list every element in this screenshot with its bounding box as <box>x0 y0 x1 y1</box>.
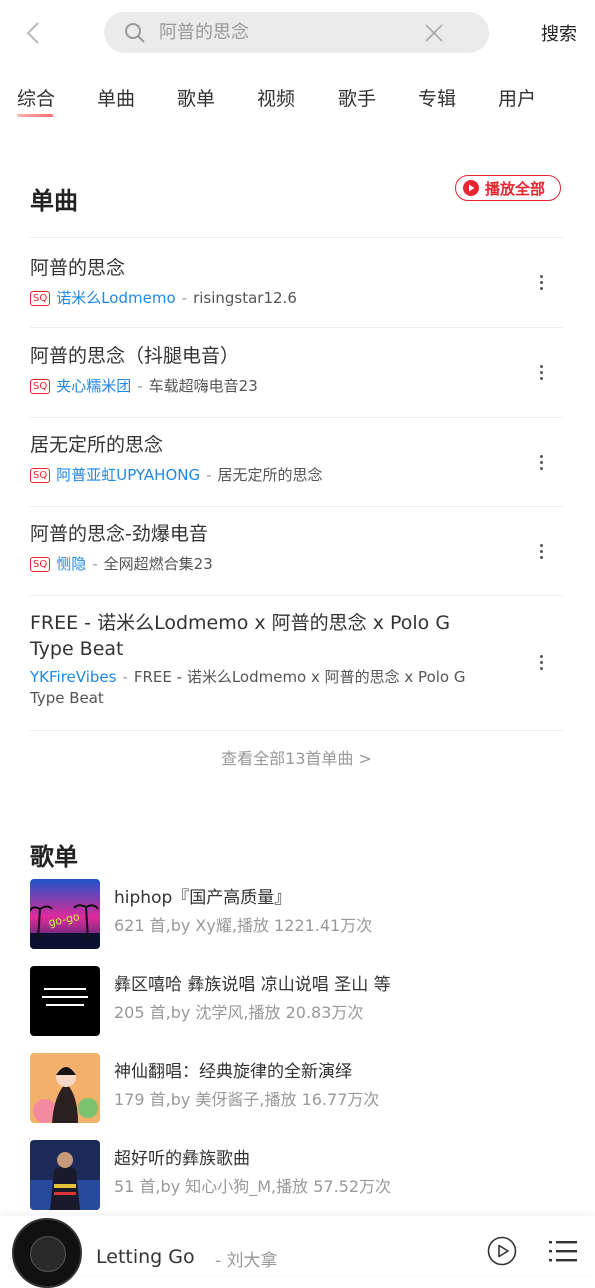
song-meta: YKFireVibes - FREE - 诺米么Lodmemo x 阿普的思念 x … <box>30 668 466 707</box>
song-meta: SQ 诺米么Lodmemo - risingstar12.6 <box>30 288 297 309</box>
more-options-icon[interactable] <box>539 655 543 673</box>
sq-badge: SQ <box>30 468 51 483</box>
search-icon <box>125 23 145 43</box>
song-meta: SQ 夹心糯米团 - 车载超嗨电音23 <box>30 376 258 397</box>
see-all-songs-link[interactable]: 查看全部13首单曲 > <box>30 730 563 769</box>
song-artist[interactable]: YKFireVibes <box>30 668 116 686</box>
song-artist[interactable]: 夹心糯米团 <box>56 377 131 395</box>
search-header: 阿普的思念 搜索 <box>0 0 595 66</box>
song-album: 居无定所的思念 <box>217 466 323 484</box>
tab-albums[interactable]: 专辑 <box>418 84 456 111</box>
song-meta: SQ 阿普亚虹UPYAHONG - 居无定所的思念 <box>30 465 323 486</box>
playlist-cover-image <box>30 1140 100 1210</box>
sq-badge: SQ <box>30 557 51 572</box>
play-all-button[interactable]: 播放全部 <box>455 175 561 201</box>
song-row[interactable]: FREE - 诺米么Lodmemo x 阿普的思念 x Polo G Type … <box>30 595 563 731</box>
playlist-name: hiphop『国产高质量』 <box>114 888 292 908</box>
songs-section-title: 单曲 <box>30 187 78 215</box>
category-tabs: 综合 单曲 歌单 视频 歌手 专辑 用户 <box>0 84 595 117</box>
playlist-name: 彝区嘻哈 彝族说唱 凉山说唱 圣山 等 <box>114 975 391 995</box>
album-disc-image[interactable] <box>12 1218 82 1288</box>
search-button[interactable]: 搜索 <box>541 20 577 46</box>
tab-all[interactable]: 综合 <box>17 84 55 117</box>
song-row[interactable]: 阿普的思念 SQ 诺米么Lodmemo - risingstar12.6 <box>30 237 563 328</box>
play-all-label: 播放全部 <box>485 180 546 198</box>
clear-icon[interactable] <box>424 23 444 43</box>
playlist-item[interactable]: 神仙翻唱：经典旋律的全新演绎 179 首,by 美伢酱子,播放 16.77万次 <box>30 1053 570 1123</box>
song-title: 阿普的思念（抖腿电音） <box>30 345 240 367</box>
song-artist[interactable]: 诺米么Lodmemo <box>56 289 175 307</box>
now-playing-artist: - 刘大拿 <box>215 1251 278 1271</box>
song-title: 阿普的思念-劲爆电音 <box>30 523 208 545</box>
playlist-queue-icon[interactable] <box>549 1239 577 1263</box>
now-playing-title: Letting Go <box>96 1246 195 1268</box>
more-options-icon[interactable] <box>539 544 543 562</box>
tab-videos[interactable]: 视频 <box>257 84 295 111</box>
song-album: risingstar12.6 <box>193 289 297 307</box>
playlist-item[interactable]: 超好听的彝族歌曲 51 首,by 知心小狗_M,播放 57.52万次 <box>30 1140 570 1210</box>
playlist-info: 179 首,by 美伢酱子,播放 16.77万次 <box>114 1090 380 1109</box>
more-options-icon[interactable] <box>539 455 543 473</box>
playlists-section-title: 歌单 <box>30 843 78 871</box>
song-meta: SQ 恻隐 - 全网超燃合集23 <box>30 554 213 575</box>
tab-artists[interactable]: 歌手 <box>338 84 376 111</box>
playlist-name: 神仙翻唱：经典旋律的全新演绎 <box>114 1062 352 1082</box>
playlist-info: 51 首,by 知心小狗_M,播放 57.52万次 <box>114 1177 392 1196</box>
more-options-icon[interactable] <box>539 275 543 293</box>
search-input[interactable]: 阿普的思念 <box>104 12 489 53</box>
song-title: 阿普的思念 <box>30 257 126 279</box>
back-arrow-icon[interactable] <box>22 20 44 46</box>
playlist-cover-image <box>30 1053 100 1123</box>
playlist-cover-image: go-go <box>30 879 100 949</box>
sq-badge: SQ <box>30 291 51 306</box>
song-row[interactable]: 居无定所的思念 SQ 阿普亚虹UPYAHONG - 居无定所的思念 <box>30 417 563 507</box>
tab-playlists[interactable]: 歌单 <box>177 84 215 111</box>
playlist-item[interactable]: go-go hiphop『国产高质量』 621 首,by Xy耀,播放 1221… <box>30 879 570 949</box>
sq-badge: SQ <box>30 379 51 394</box>
playlist-item[interactable]: 彝区嘻哈 彝族说唱 凉山说唱 圣山 等 205 首,by 沈学风,播放 20.8… <box>30 966 570 1036</box>
song-title: FREE - 诺米么Lodmemo x 阿普的思念 x Polo G Type … <box>30 612 451 660</box>
playlist-info: 621 首,by Xy耀,播放 1221.41万次 <box>114 916 373 935</box>
song-album: 车载超嗨电音23 <box>148 377 258 395</box>
tab-users[interactable]: 用户 <box>498 84 536 111</box>
playlist-name: 超好听的彝族歌曲 <box>114 1149 250 1169</box>
search-query[interactable]: 阿普的思念 <box>159 12 249 53</box>
song-title: 居无定所的思念 <box>30 434 164 456</box>
song-row[interactable]: 阿普的思念（抖腿电音） SQ 夹心糯米团 - 车载超嗨电音23 <box>30 327 563 418</box>
more-options-icon[interactable] <box>539 365 543 383</box>
song-artist[interactable]: 恻隐 <box>56 555 86 573</box>
playlist-info: 205 首,by 沈学风,播放 20.83万次 <box>114 1003 364 1022</box>
song-row[interactable]: 阿普的思念-劲爆电音 SQ 恻隐 - 全网超燃合集23 <box>30 506 563 596</box>
tab-songs[interactable]: 单曲 <box>97 84 135 111</box>
mini-player[interactable]: Letting Go - 刘大拿 <box>0 1216 595 1288</box>
play-icon[interactable] <box>487 1236 517 1266</box>
playlist-cover-image <box>30 966 100 1036</box>
song-artist[interactable]: 阿普亚虹UPYAHONG <box>56 466 200 484</box>
play-circle-icon <box>463 180 479 196</box>
song-album: 全网超燃合集23 <box>103 555 213 573</box>
